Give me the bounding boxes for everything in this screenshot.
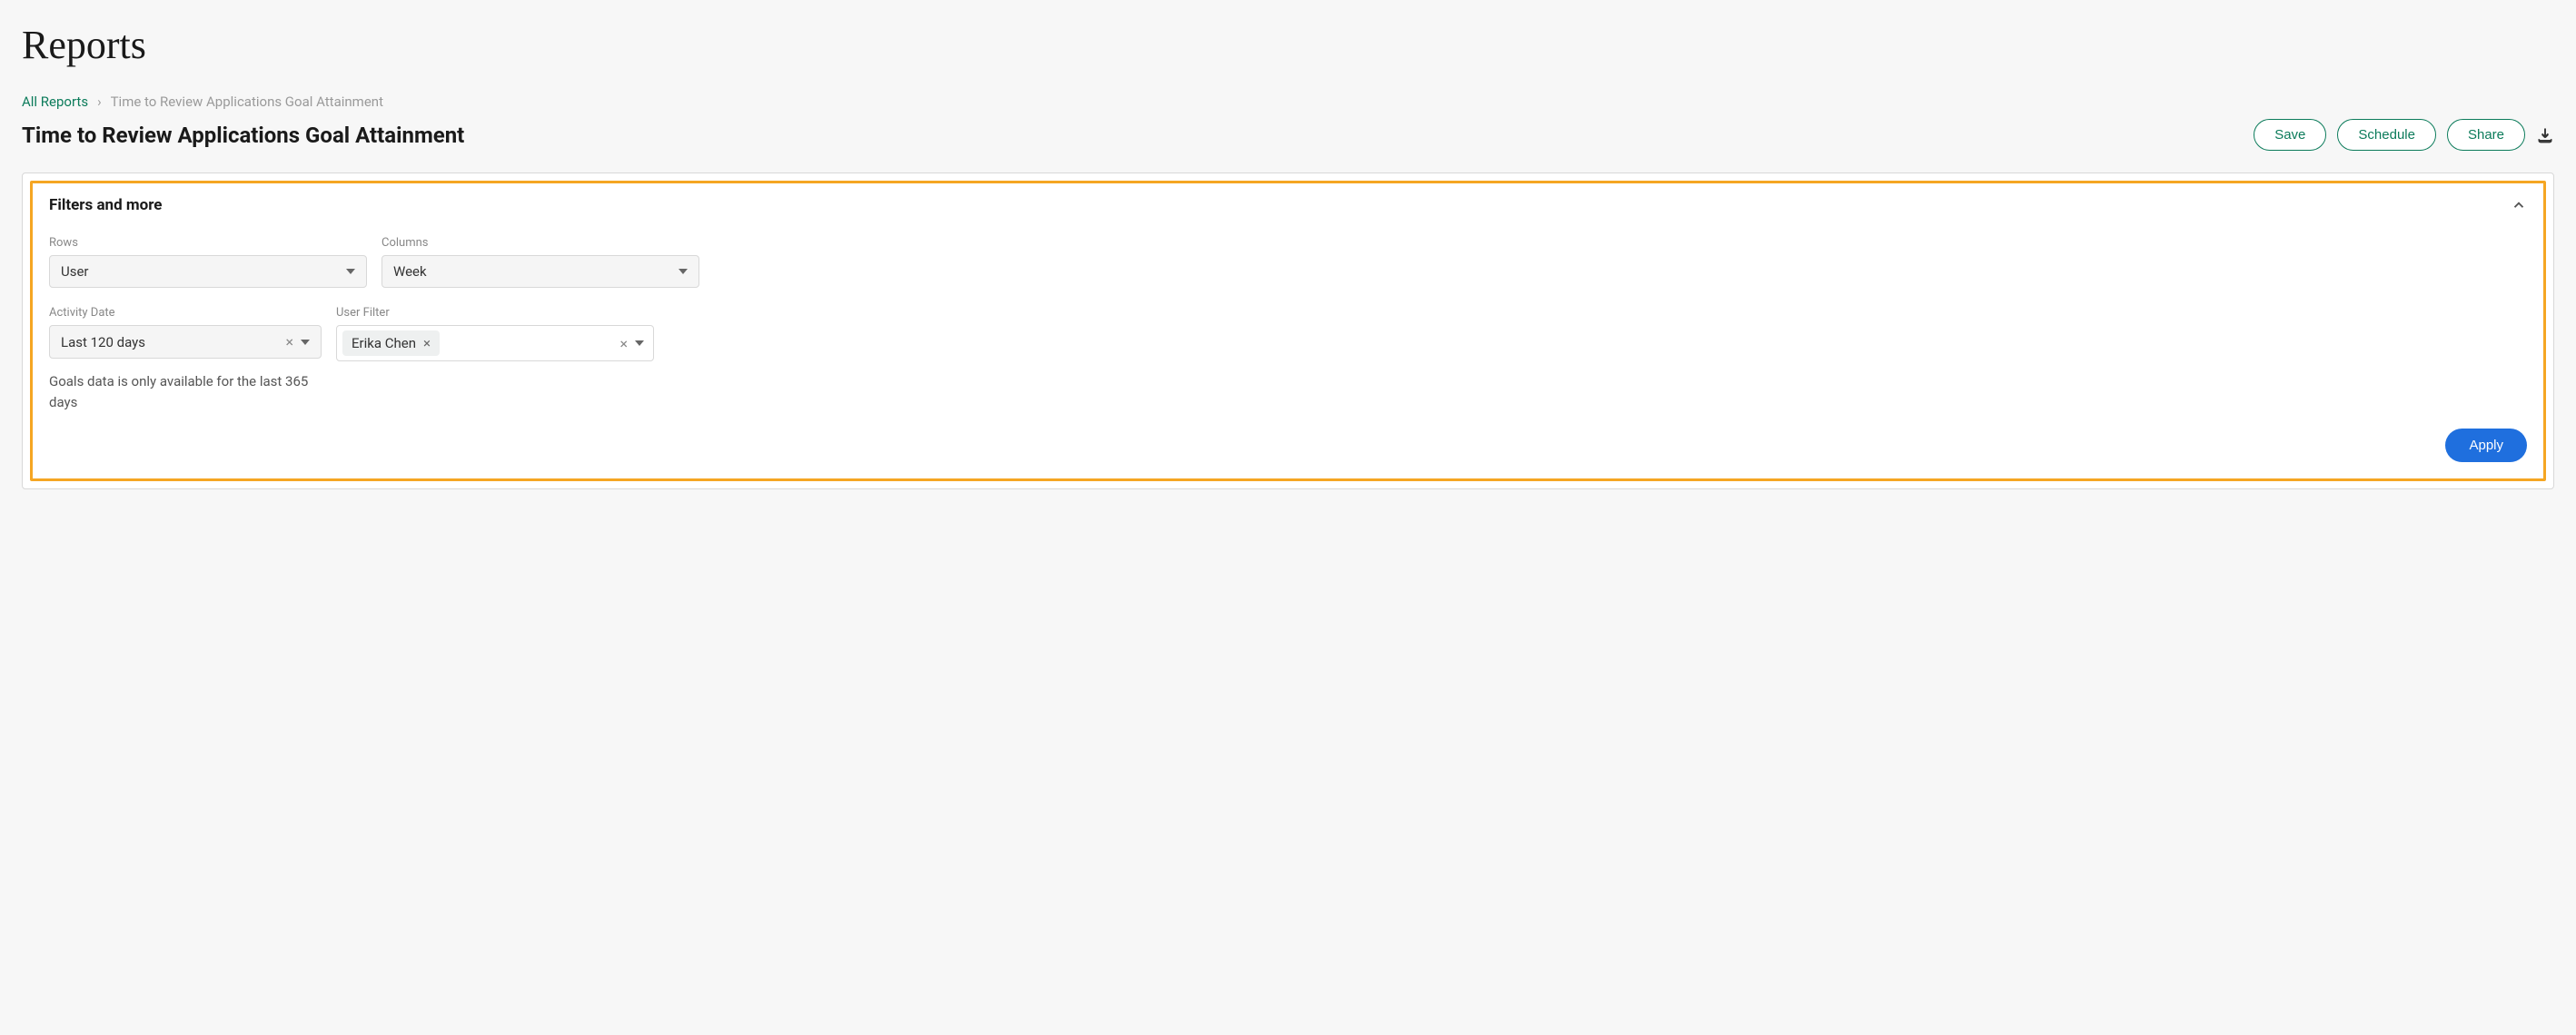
- user-filter-select[interactable]: Erika Chen × ×: [336, 325, 654, 361]
- breadcrumb-current: Time to Review Applications Goal Attainm…: [111, 94, 383, 110]
- title-row: Time to Review Applications Goal Attainm…: [22, 119, 2554, 151]
- columns-label: Columns: [381, 236, 699, 250]
- user-filter-chip-label: Erika Chen: [352, 335, 416, 351]
- filters-panel-header: Filters and more: [49, 196, 2527, 214]
- activity-date-label: Activity Date: [49, 306, 322, 320]
- activity-date-filter-group: Activity Date Last 120 days × Goals data…: [49, 306, 322, 412]
- download-icon[interactable]: [2536, 126, 2554, 144]
- user-filter-label: User Filter: [336, 306, 654, 320]
- activity-date-value: Last 120 days: [61, 334, 145, 350]
- caret-down-icon: [679, 269, 688, 274]
- breadcrumb-separator: ›: [97, 94, 102, 110]
- rows-filter-group: Rows User: [49, 236, 367, 288]
- columns-select[interactable]: Week: [381, 255, 699, 288]
- filters-panel: Filters and more Rows User Columns Week: [22, 172, 2554, 489]
- rows-label: Rows: [49, 236, 367, 250]
- filters-panel-title: Filters and more: [49, 196, 162, 214]
- save-button[interactable]: Save: [2254, 119, 2326, 151]
- page-title: Reports: [22, 22, 2554, 68]
- caret-down-icon: [301, 340, 310, 345]
- user-filter-chip: Erika Chen ×: [342, 330, 440, 356]
- schedule-button[interactable]: Schedule: [2337, 119, 2436, 151]
- apply-button[interactable]: Apply: [2445, 429, 2527, 462]
- filters-panel-footer: Apply: [49, 429, 2527, 462]
- columns-filter-group: Columns Week: [381, 236, 699, 288]
- select-icons: ×: [619, 335, 644, 352]
- collapse-icon[interactable]: [2511, 197, 2527, 213]
- activity-date-select[interactable]: Last 120 days ×: [49, 325, 322, 359]
- rows-select[interactable]: User: [49, 255, 367, 288]
- filters-row-2: Activity Date Last 120 days × Goals data…: [49, 306, 2527, 412]
- user-filter-group: User Filter Erika Chen × ×: [336, 306, 654, 361]
- columns-select-value: Week: [393, 263, 427, 280]
- rows-select-value: User: [61, 263, 89, 280]
- report-title: Time to Review Applications Goal Attainm…: [22, 123, 464, 148]
- breadcrumb: All Reports › Time to Review Application…: [22, 94, 2554, 110]
- filters-row-1: Rows User Columns Week: [49, 236, 2527, 288]
- chip-remove-icon[interactable]: ×: [423, 335, 431, 351]
- share-button[interactable]: Share: [2447, 119, 2525, 151]
- caret-down-icon: [635, 340, 644, 346]
- clear-icon[interactable]: ×: [285, 333, 293, 350]
- filters-panel-highlight: Filters and more Rows User Columns Week: [30, 181, 2546, 481]
- action-bar: Save Schedule Share: [2254, 119, 2554, 151]
- breadcrumb-root-link[interactable]: All Reports: [22, 94, 88, 110]
- clear-icon[interactable]: ×: [619, 335, 628, 352]
- activity-date-help-text: Goals data is only available for the las…: [49, 371, 322, 412]
- select-icons: ×: [285, 333, 310, 350]
- caret-down-icon: [346, 269, 355, 274]
